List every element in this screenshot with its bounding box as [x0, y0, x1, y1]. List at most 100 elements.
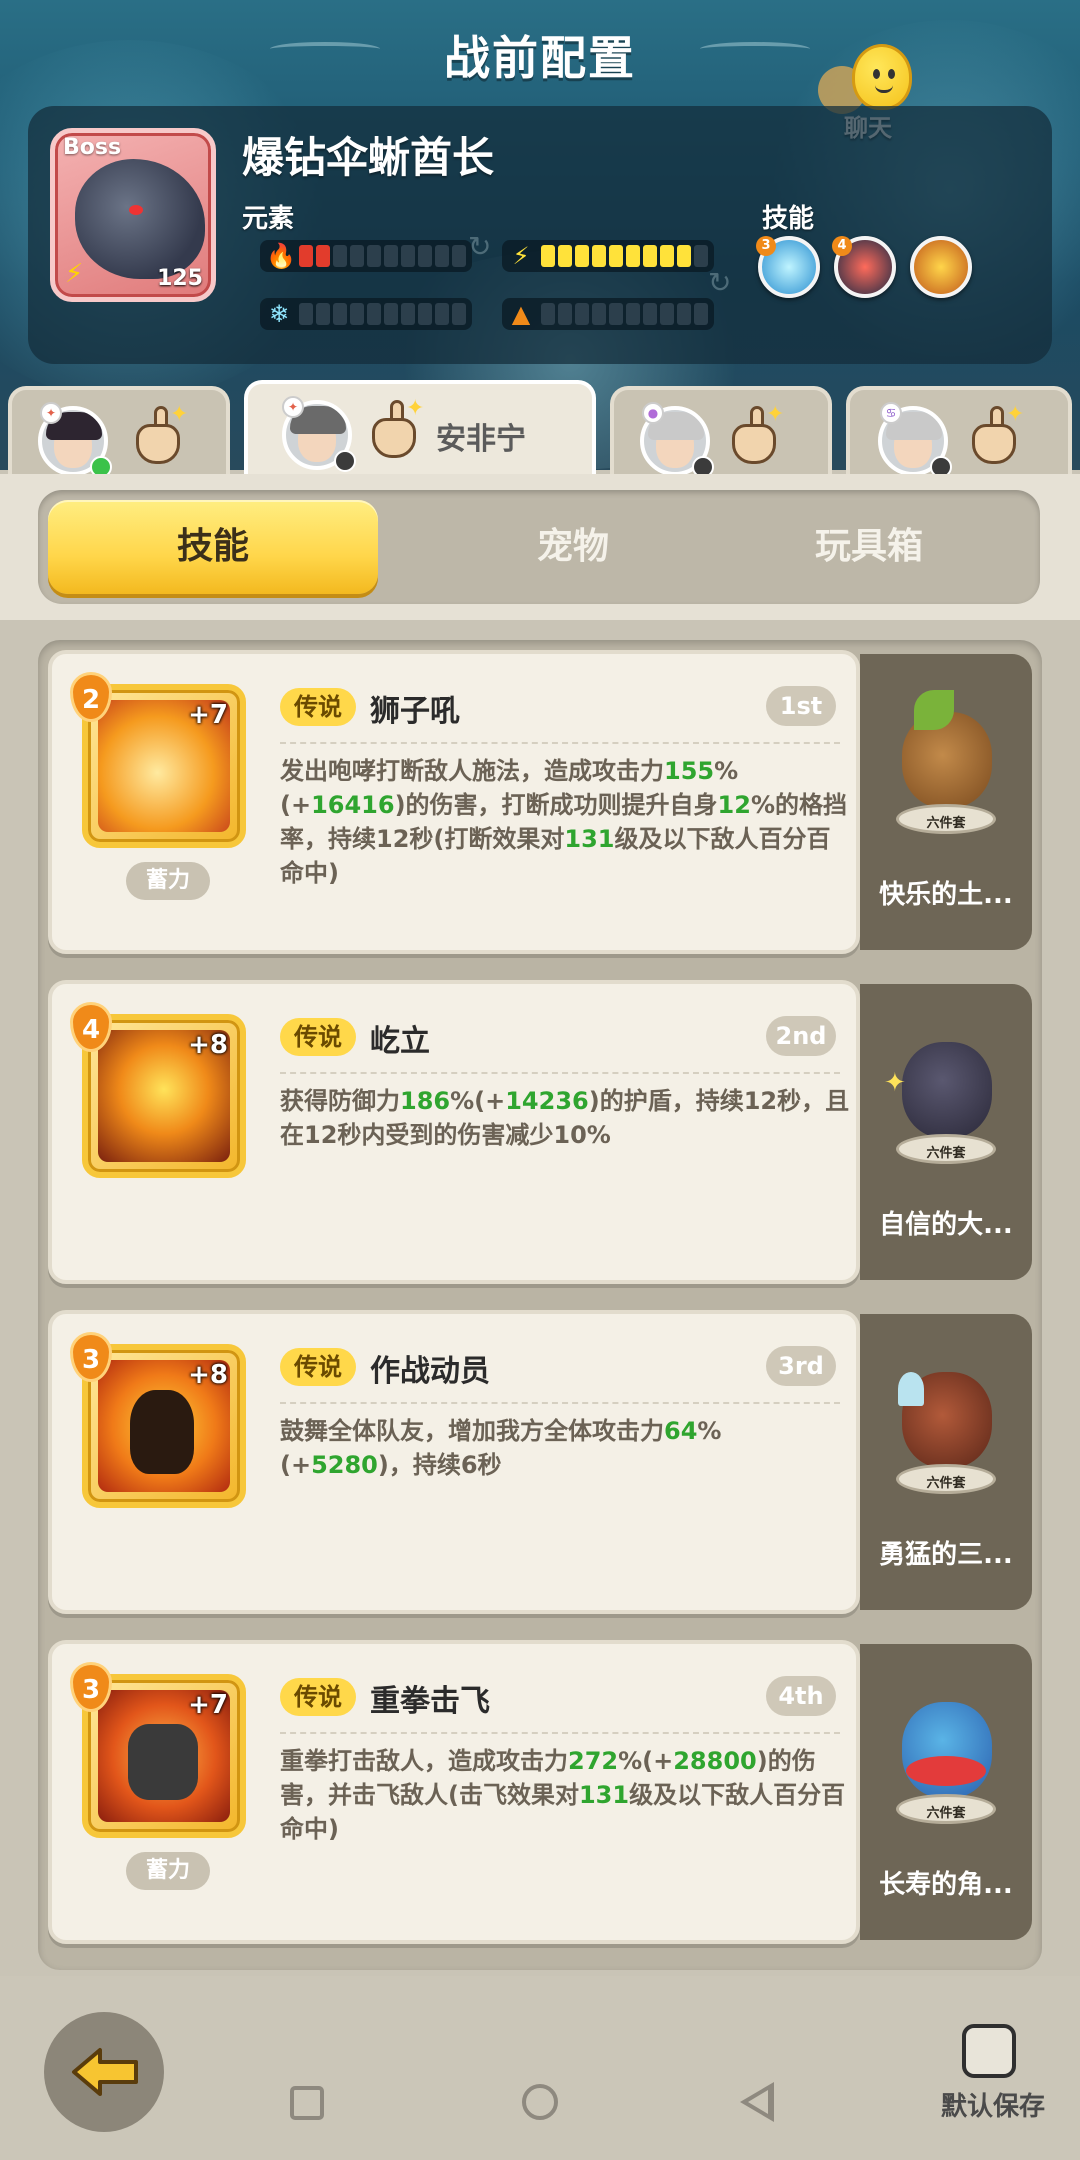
category-tab-bar: 技能 宠物 玩具箱	[0, 474, 1080, 620]
pet-set-label: 六件套	[926, 1476, 966, 1491]
hero-tab-1[interactable]: ✦ ✦	[8, 386, 230, 486]
skill-description: 获得防御力186%(+14236)的护盾，持续12秒，且在12秒内受到的伤害减少…	[280, 1087, 850, 1149]
tap-hand-icon: ✦	[130, 402, 190, 468]
skill-card[interactable]: +7 2 蓄力 传说 狮子吼 1st 发出咆哮打断敌人施法，造成攻击力155%(…	[48, 650, 860, 954]
pet-nest-icon	[906, 1756, 986, 1786]
pet-name: 勇猛的三...	[879, 1540, 1013, 1570]
skill-row: +7 3 蓄力 传说 重拳击飞 4th 重拳打击敌人，造成攻击力272%(+28…	[48, 1640, 1032, 1952]
skill-name: 重拳击飞	[370, 1684, 490, 1719]
divider	[280, 1072, 840, 1074]
skill-description: 鼓舞全体队友，增加我方全体攻击力64%(+5280)，持续6秒	[280, 1417, 722, 1479]
skill-plus-level: +8	[188, 1030, 228, 1060]
tap-hand-icon: ✦	[966, 402, 1026, 468]
skill-card[interactable]: +7 3 蓄力 传说 重拳击飞 4th 重拳打击敌人，造成攻击力272%(+28…	[48, 1640, 860, 1944]
fire-element-bar: 🔥	[260, 240, 472, 272]
pet-set-label: 六件套	[926, 1146, 966, 1161]
sparkle-icon: ✦	[884, 1068, 906, 1098]
cycle-arrow-icon: ↻	[468, 230, 492, 263]
legendary-tag: 传说	[280, 688, 356, 726]
default-save-checkbox[interactable]	[962, 2024, 1016, 2078]
smiley-chat-icon	[852, 44, 912, 110]
pet-card[interactable]: ✦ 六件套 自信的大...	[860, 984, 1032, 1280]
skill-name: 狮子吼	[370, 694, 460, 729]
boss-portrait[interactable]: Boss ⚡ 125	[50, 128, 216, 302]
element-badge-icon: ✦	[282, 396, 304, 418]
bottom-bar: 默认保存	[0, 1976, 1080, 2160]
boss-name: 爆钻伞蜥酋长	[242, 133, 495, 182]
pet-name: 长寿的角...	[879, 1870, 1013, 1900]
skill-order: 1st	[766, 686, 836, 726]
skill-card[interactable]: +8 4 传说 屹立 2nd 获得防御力186%(+14236)的护盾，持续12…	[48, 980, 860, 1284]
skill-name: 屹立	[370, 1024, 430, 1059]
hero-tab-2[interactable]: ✦ ✦ 安非宁	[244, 380, 596, 486]
tab-pets[interactable]: 宠物	[408, 500, 738, 594]
charge-pill: 蓄力	[126, 862, 210, 900]
element-badge-icon: ✦	[40, 402, 62, 424]
home-button[interactable]	[522, 2084, 558, 2120]
tab-toybox[interactable]: 玩具箱	[704, 500, 1034, 594]
skill-plus-level: +7	[188, 700, 228, 730]
skill-orb-level: 4	[832, 236, 852, 256]
skill-card[interactable]: +8 3 传说 作战动员 3rd 鼓舞全体队友，增加我方全体攻击力64%(+52…	[48, 1310, 860, 1614]
skill-orb-level: 3	[756, 236, 776, 256]
charge-pill: 蓄力	[126, 1852, 210, 1890]
hero-tab-4[interactable]: ♋ ✦	[846, 386, 1072, 486]
earth-element-bar: ▲	[502, 298, 714, 330]
boss-tag: Boss	[63, 135, 122, 160]
system-back-button[interactable]	[740, 2082, 774, 2122]
claw-skill-icon[interactable]: 4	[832, 236, 896, 298]
pet-name: 自信的大...	[879, 1210, 1013, 1240]
lightning-icon: ⚡	[512, 242, 530, 270]
pet-card[interactable]: 六件套 长寿的角...	[860, 1644, 1032, 1940]
divider	[280, 1402, 840, 1404]
legendary-tag: 传说	[280, 1678, 356, 1716]
skill-plus-level: +8	[188, 1360, 228, 1390]
element-badge-icon: ♋	[880, 402, 902, 424]
tab-skills[interactable]: 技能	[48, 500, 378, 594]
hero-name: 安非宁	[436, 422, 526, 457]
recent-apps-button[interactable]	[290, 2086, 324, 2120]
back-button[interactable]	[44, 2012, 164, 2132]
pet-card[interactable]: 六件套 勇猛的三...	[860, 1314, 1032, 1610]
skill-plus-level: +7	[188, 1690, 228, 1720]
silhouette-icon	[130, 1390, 194, 1474]
skill-row: +8 3 传说 作战动员 3rd 鼓舞全体队友，增加我方全体攻击力64%(+52…	[48, 1310, 1032, 1622]
boss-info-panel: Boss ⚡ 125 爆钻伞蜥酋长 元素 技能 🔥 ⚡ ❄ ▲ ↻ ↻	[28, 106, 1052, 364]
skill-order: 2nd	[766, 1016, 836, 1056]
skill-name: 作战动员	[370, 1354, 490, 1389]
boss-dragon-image	[75, 159, 205, 279]
category-tabs: 技能 宠物 玩具箱	[38, 490, 1040, 604]
pet-name: 快乐的土...	[879, 880, 1013, 910]
default-save-label: 默认保存	[940, 2092, 1045, 2122]
mountain-icon: ▲	[511, 300, 531, 328]
goat-pet-image	[902, 1042, 992, 1138]
hero-tabs: ✦ ✦ ✦ ✦ 安非宁 ● ✦ ♋ ✦	[0, 380, 1080, 486]
element-badge-icon: ●	[642, 402, 664, 424]
controller-badge-icon	[334, 450, 356, 472]
element-label: 元素	[242, 204, 295, 234]
fire-icon: 🔥	[266, 242, 296, 270]
skill-order: 3rd	[766, 1346, 836, 1386]
pet-set-label: 六件套	[926, 816, 966, 831]
lightning-element-bar: ⚡	[502, 240, 714, 272]
pet-set-label: 六件套	[926, 1806, 966, 1821]
skill-description: 重拳打击敌人，造成攻击力272%(+28800)的伤害，并击飞敌人(击飞效果对1…	[280, 1747, 846, 1843]
tap-hand-icon: ✦	[366, 396, 426, 462]
leaf-icon	[914, 690, 954, 730]
divider	[280, 1732, 840, 1734]
back-arrow-icon	[72, 2048, 138, 2096]
tap-hand-icon: ✦	[726, 402, 786, 468]
legendary-tag: 传说	[280, 1348, 356, 1386]
horn-icon	[898, 1372, 924, 1406]
skill-row: +7 2 蓄力 传说 狮子吼 1st 发出咆哮打断敌人施法，造成攻击力155%(…	[48, 650, 1032, 962]
page-title: 战前配置	[444, 31, 636, 85]
boss-level: 125	[157, 266, 203, 291]
skill-list: +7 2 蓄力 传说 狮子吼 1st 发出咆哮打断敌人施法，造成攻击力155%(…	[38, 640, 1042, 1970]
crown-skill-icon[interactable]	[910, 236, 972, 298]
skill-description: 发出咆哮打断敌人施法，造成攻击力155%(+16416)的伤害，打断成功则提升自…	[280, 757, 847, 887]
hero-tab-3[interactable]: ● ✦	[610, 386, 832, 486]
ice-shard-skill-icon[interactable]: 3	[756, 236, 820, 298]
lightning-element-icon: ⚡	[65, 259, 84, 289]
pet-card[interactable]: 六件套 快乐的土...	[860, 654, 1032, 950]
robot-silhouette-icon	[128, 1724, 198, 1800]
